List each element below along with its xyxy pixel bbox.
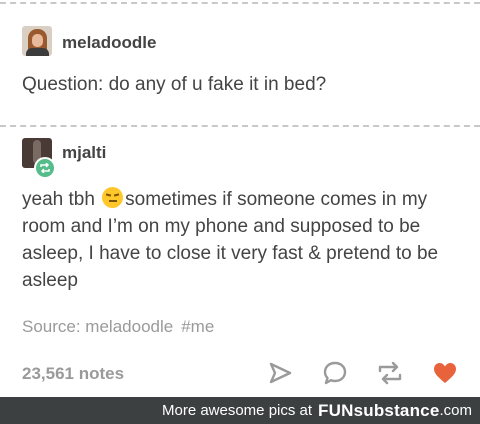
- unamused-face-emoji-icon: [102, 187, 124, 208]
- watermark-suffix: .com: [439, 402, 472, 419]
- heart-icon[interactable]: [432, 360, 458, 386]
- original-post-text: Question: do any of u fake it in bed?: [22, 74, 327, 95]
- watermark-brand: FUNsubstance: [318, 400, 440, 420]
- reblog-text: yeah tbh sometimes if someone comes in m…: [22, 187, 439, 291]
- reply-icon[interactable]: [322, 360, 348, 386]
- avatar-meladoodle[interactable]: [22, 26, 52, 56]
- source-line: Source: meladoodle #me: [22, 317, 214, 337]
- watermark-prefix: More awesome pics at: [161, 402, 313, 419]
- watermark-bar: More awesome pics at FUNsubstance .com: [0, 397, 480, 424]
- reblog-badge-icon: [34, 157, 56, 179]
- username-mjalti[interactable]: mjalti: [62, 143, 106, 163]
- username-meladoodle[interactable]: meladoodle: [62, 33, 156, 53]
- top-divider: [0, 2, 480, 4]
- reblog-divider: [0, 125, 480, 127]
- share-icon[interactable]: [267, 360, 293, 386]
- tag-me[interactable]: #me: [181, 317, 214, 336]
- source-link[interactable]: Source: meladoodle: [22, 317, 173, 336]
- notes-count[interactable]: 23,561 notes: [22, 364, 124, 384]
- reblog-icon[interactable]: [377, 360, 403, 386]
